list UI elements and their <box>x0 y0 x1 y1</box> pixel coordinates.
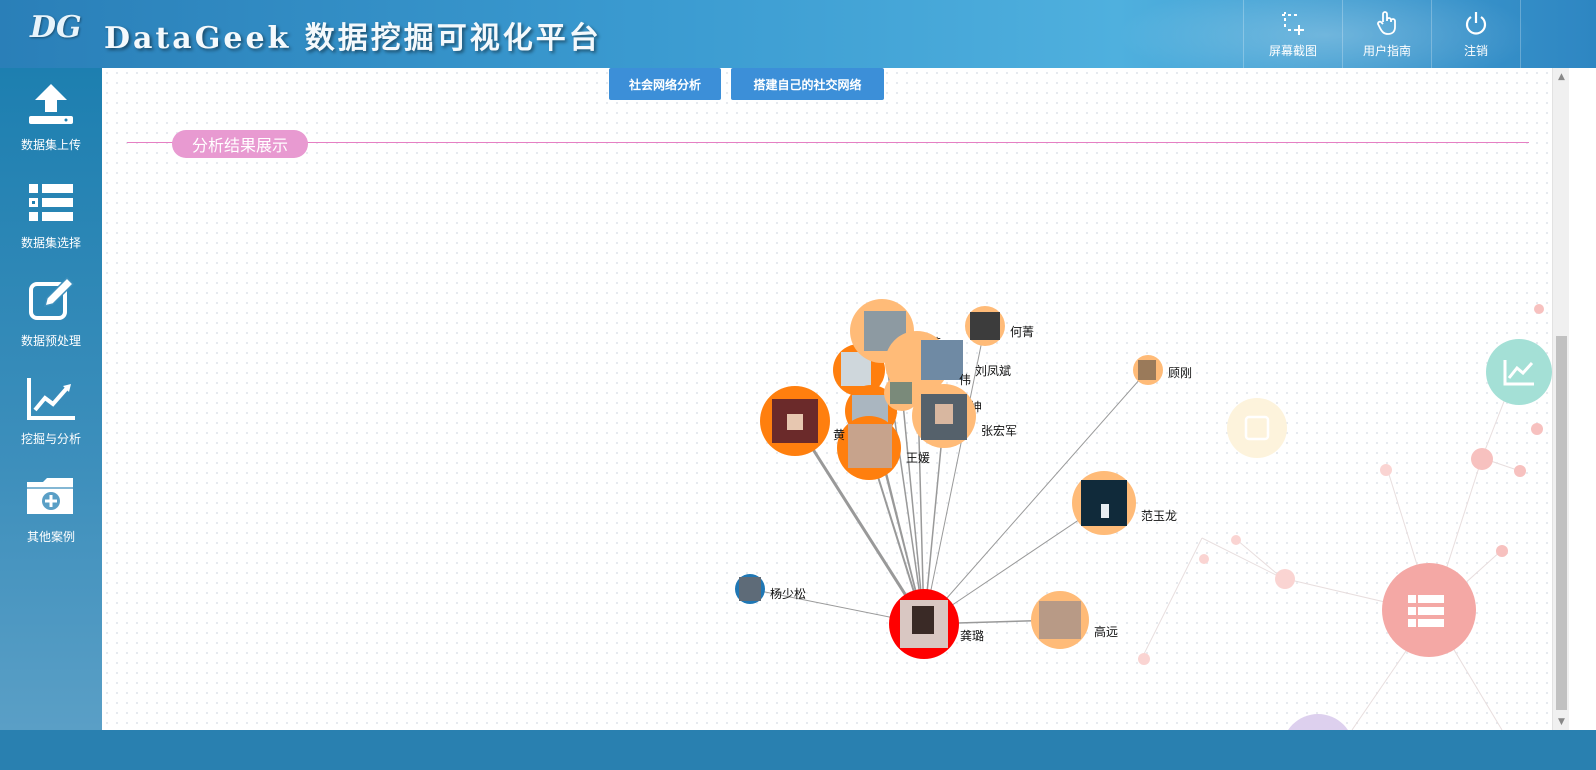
node-label-liufengbin: 刘凤斌 <box>975 364 1011 378</box>
node-label-zhanghongjun: 张宏军 <box>981 423 1017 438</box>
social-network-graph: 吕萌 伟 刘凤斌 何菁 坤 张宏军 黄 王媛 顾刚 范 <box>735 299 1192 659</box>
sidebar-item-upload[interactable]: 数据集上传 <box>0 80 102 170</box>
sidebar-item-label: 数据集选择 <box>20 236 81 250</box>
app-footer <box>0 730 1596 770</box>
node-label-partial-wei: 伟 <box>959 373 971 387</box>
avatar-detail <box>787 414 803 430</box>
scrollbar-thumb[interactable] <box>1556 336 1567 710</box>
list-icon <box>29 184 73 221</box>
sidebar-item-mining[interactable]: 挖掘与分析 <box>0 374 102 464</box>
sidebar-item-label: 其他案例 <box>26 530 75 544</box>
node-label-partial-huang: 黄 <box>833 428 845 442</box>
sidebar-item-dataset-select[interactable]: 数据集选择 <box>0 178 102 268</box>
right-gutter <box>1569 68 1596 730</box>
hand-pointer-icon <box>1377 10 1396 35</box>
vertical-scrollbar[interactable]: ▲ ▼ <box>1552 68 1569 730</box>
chart-line-icon <box>27 378 75 420</box>
avatar-detail <box>912 606 934 634</box>
sidebar-item-label: 挖掘与分析 <box>20 432 81 446</box>
screenshot-button[interactable]: 屏幕截图 <box>1243 0 1342 68</box>
app-header: DG DataGeek 数据挖掘可视化平台 屏幕截图 用户指南 注销 <box>0 0 1596 68</box>
scroll-down-icon[interactable]: ▼ <box>1553 713 1570 730</box>
logout-label: 注销 <box>1463 43 1488 58</box>
power-icon <box>1465 11 1487 35</box>
user-guide-label: 用户指南 <box>1362 43 1411 58</box>
logout-button[interactable]: 注销 <box>1431 0 1521 68</box>
sidebar: 数据集上传 数据集选择 数据预处理 挖掘与分析 其他案例 <box>0 68 102 730</box>
sidebar-item-other-cases[interactable]: 其他案例 <box>0 472 102 562</box>
node-label-fanyulong: 范玉龙 <box>1141 509 1177 523</box>
node-label-gaoyuan: 高远 <box>1094 624 1118 639</box>
scroll-up-icon[interactable]: ▲ <box>1553 68 1570 85</box>
avatar <box>1138 360 1156 380</box>
graph-nodes: 吕萌 伟 刘凤斌 何菁 坤 张宏军 黄 王媛 顾刚 范 <box>735 299 1192 659</box>
avatar-detail <box>1101 504 1109 518</box>
app-title: DataGeek 数据挖掘可视化平台 <box>104 21 602 56</box>
main-content: 社会网络分析 搭建自己的社交网络 分析结果展示 伟 刘凤斌 何菁 坤 张宏军 黄… <box>102 68 1552 730</box>
avatar <box>1081 480 1127 526</box>
avatar <box>921 340 963 380</box>
node-label-gugang: 顾刚 <box>1168 366 1192 380</box>
sidebar-item-label: 数据集上传 <box>20 138 81 152</box>
avatar <box>739 577 761 601</box>
avatar <box>890 382 912 404</box>
screenshot-icon <box>1282 11 1304 35</box>
user-guide-button[interactable]: 用户指南 <box>1342 0 1431 68</box>
avatar <box>1039 601 1081 639</box>
node-label-yangshaosong: 杨少松 <box>770 586 806 601</box>
node-label-center: 龚璐 <box>960 628 984 643</box>
avatar <box>970 312 1000 340</box>
edit-icon <box>29 276 75 320</box>
sidebar-item-label: 数据预处理 <box>20 334 81 348</box>
app-logo: DG <box>30 10 82 45</box>
node-label-hejing: 何菁 <box>1010 325 1034 339</box>
avatar <box>848 424 892 468</box>
node-label-wangyuan: 王媛 <box>906 451 930 465</box>
upload-icon <box>29 84 73 124</box>
folder-plus-icon <box>27 478 73 514</box>
sidebar-item-preprocess[interactable]: 数据预处理 <box>0 276 102 366</box>
screenshot-label: 屏幕截图 <box>1268 43 1317 58</box>
avatar-detail <box>935 404 953 424</box>
